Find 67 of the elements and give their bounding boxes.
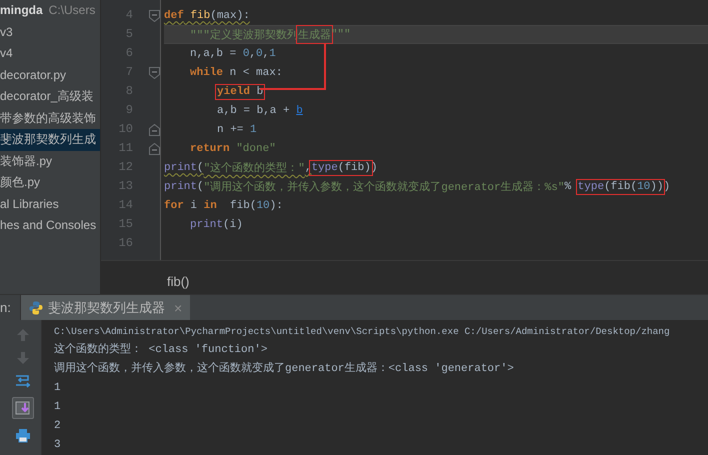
console-line: 调用这个函数，并传入参数，这个函数就变成了generator生成器：<class 'generator'>	[54, 360, 515, 377]
code-token: "done"	[235, 142, 276, 154]
project-tree-item[interactable]: decorator.py	[0, 64, 100, 86]
code-token: in	[204, 200, 217, 212]
project-root-path: C:\Users	[48, 3, 96, 17]
code-token: %	[564, 180, 572, 192]
console-line: 2	[54, 419, 62, 434]
scroll-to-end-button[interactable]	[12, 397, 34, 419]
code-token: i	[189, 200, 198, 212]
code-token: )	[663, 180, 670, 192]
code-token: fib	[189, 10, 210, 22]
highlight-box: type(fib(10))	[578, 180, 664, 192]
highlight-box: 生成器	[298, 27, 331, 42]
code-token: 1	[269, 48, 276, 60]
project-tree-item[interactable]: decorator_高级装	[0, 86, 100, 108]
run-tab[interactable]: 斐波那契数列生成器 ×	[21, 295, 190, 320]
project-tree-item[interactable]: 带参数的高级装饰	[0, 108, 100, 129]
code-token: 0	[256, 48, 263, 60]
console-line: 1	[54, 381, 62, 396]
project-tree-item[interactable]: v4	[0, 43, 100, 64]
breadcrumb[interactable]: fib()	[167, 274, 190, 289]
project-tree-item[interactable]: 斐波那契数列生成	[0, 129, 100, 150]
code-token: ,	[249, 48, 256, 60]
code-token: "调用这个函数，并传入参数，这个函数就变成了generator生成器：%s"	[204, 180, 564, 194]
code-token: 1	[250, 124, 257, 136]
fold-icon[interactable]	[149, 124, 160, 136]
code-token: ,	[304, 162, 312, 174]
fold-icon[interactable]	[149, 66, 160, 78]
project-tree-item[interactable]: 装饰器.py	[0, 150, 100, 172]
project-tree-item[interactable]: al Libraries	[0, 194, 100, 215]
code-token: while	[190, 66, 224, 78]
code-token: def	[164, 10, 184, 22]
code-token: n +=	[217, 124, 244, 136]
code-token: (	[197, 162, 204, 174]
project-tree-item[interactable]: v3	[0, 22, 100, 43]
python-icon	[29, 300, 43, 314]
code-token: print	[164, 180, 198, 192]
fold-icon[interactable]	[149, 142, 160, 154]
code-token: print	[164, 162, 198, 174]
code-token: ):	[270, 200, 283, 212]
soft-wrap-icon[interactable]	[14, 374, 30, 388]
code-token: (i)	[223, 218, 243, 230]
project-tree-item[interactable]: 颜色.py	[0, 172, 100, 194]
code-token: """	[330, 28, 351, 40]
code-token: ,	[262, 48, 270, 60]
code-token: a,b = b,a +	[217, 104, 291, 116]
highlight-box: type(fib)	[311, 162, 371, 174]
console-line: C:\Users\Administrator\PycharmProjects\untitled\venv\Scripts\python.exe C:/Users/Administrator/Desktop/zhang	[54, 325, 670, 339]
code-token: print	[190, 218, 224, 230]
fold-icon[interactable]	[149, 10, 160, 22]
code-token: b	[296, 104, 303, 116]
code-token: for	[164, 200, 184, 212]
console-line: 3	[54, 438, 62, 453]
code-token: fib(	[229, 200, 256, 212]
code-token: "这个函数的类型："	[204, 160, 305, 175]
print-icon[interactable]	[14, 428, 30, 443]
project-root-name[interactable]: mingda	[0, 3, 43, 17]
code-token: 10	[256, 200, 270, 212]
code-token: n < max:	[228, 66, 282, 78]
code-token: return	[190, 142, 230, 154]
code-token: 0	[242, 48, 250, 60]
project-tree-item[interactable]: hes and Consoles	[0, 215, 100, 236]
console-line: 这个函数的类型： <class 'function'>	[54, 342, 268, 358]
code-token: n,a,b =	[190, 48, 238, 60]
console-line: 1	[54, 400, 62, 415]
code-token: (max):	[210, 10, 250, 22]
code-token: (	[197, 180, 204, 192]
